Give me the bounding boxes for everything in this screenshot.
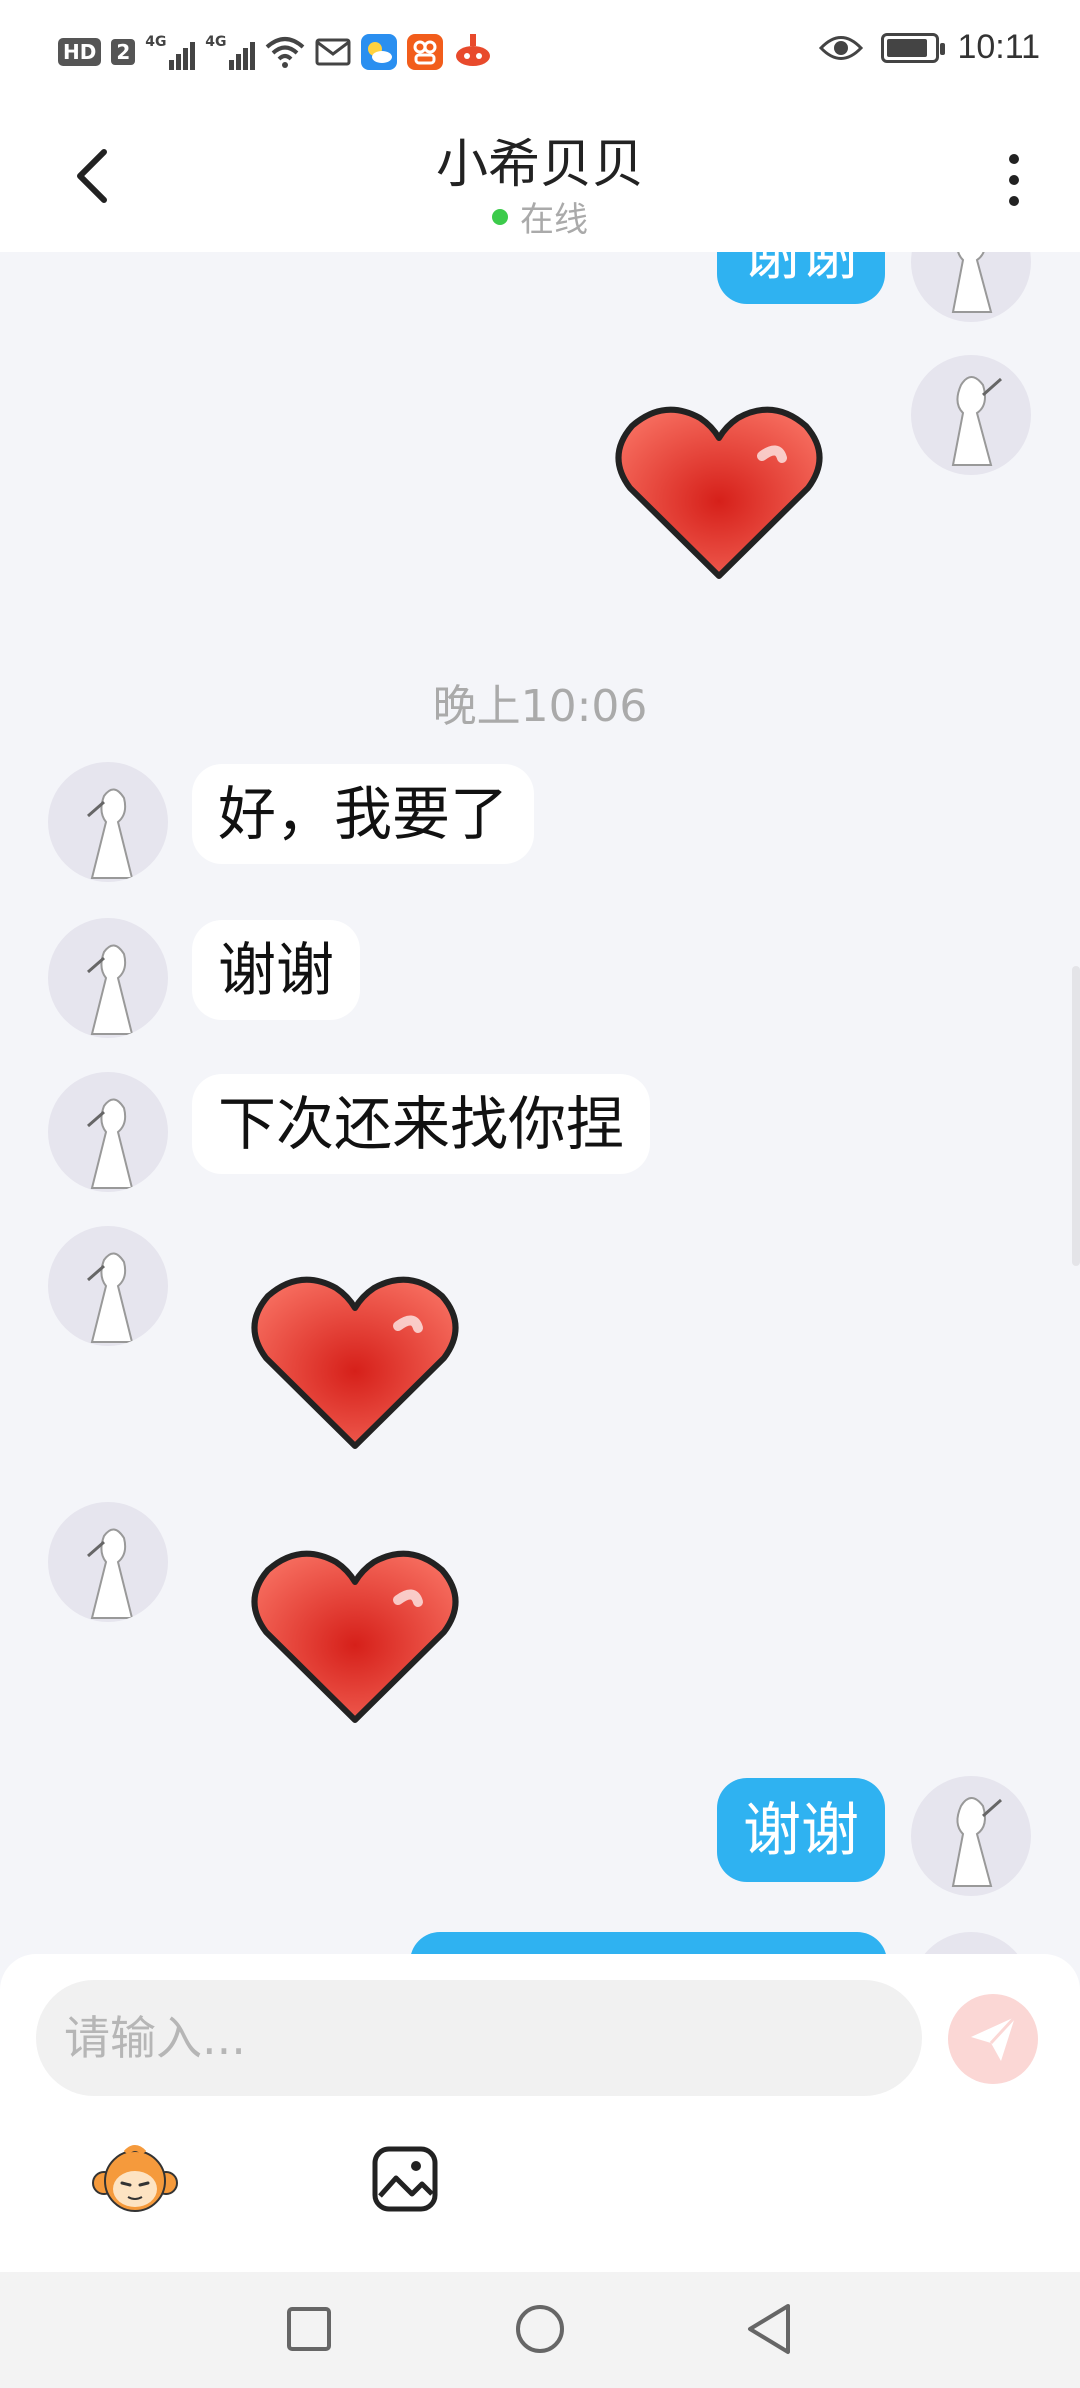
heart-sticker[interactable] [248, 1548, 462, 1728]
message-timestamp: 晚上10:06 [432, 681, 648, 732]
signal-icon-1: 4G [145, 34, 196, 70]
status-bar-right: 10:11 [819, 28, 1040, 67]
status-bar: HD 2 4G 4G 10:11 [0, 0, 1080, 100]
weather-app-icon [361, 34, 398, 70]
more-button[interactable] [984, 150, 1044, 210]
message-input[interactable] [36, 1980, 922, 2096]
more-vertical-icon [1009, 154, 1019, 164]
recent-apps-button[interactable] [274, 2294, 344, 2364]
eye-icon [819, 35, 864, 60]
heart-sticker[interactable] [248, 1274, 462, 1454]
rocket-app-icon [453, 32, 493, 72]
online-dot-icon [492, 208, 508, 225]
mail-icon [315, 38, 351, 66]
online-status-label: 在线 [520, 200, 588, 240]
clock: 10:11 [957, 28, 1040, 66]
recent-apps-icon [287, 2307, 331, 2351]
contact-avatar[interactable] [48, 1502, 168, 1622]
scrollbar[interactable] [1072, 966, 1080, 1266]
message-bubble-outgoing[interactable]: 谢谢 [717, 252, 886, 304]
online-status: 在线 [0, 192, 1080, 241]
image-button[interactable] [360, 2134, 450, 2224]
emoji-button[interactable] [90, 2134, 180, 2224]
system-nav-bar [0, 2272, 1080, 2388]
contact-avatar[interactable] [48, 918, 168, 1038]
heart-sticker[interactable] [612, 404, 826, 584]
message-bubble-incoming[interactable]: 下次还来找你捏 [192, 1074, 651, 1174]
contact-avatar[interactable] [48, 1226, 168, 1346]
contact-name: 小希贝贝 [435, 135, 644, 195]
composer [0, 1954, 1080, 2272]
battery-icon [881, 32, 946, 63]
home-button[interactable] [505, 2294, 575, 2364]
self-avatar[interactable] [911, 355, 1031, 475]
signal-icon-2: 4G [205, 34, 256, 70]
self-avatar[interactable] [911, 1776, 1031, 1896]
wifi-icon [265, 37, 305, 68]
send-button[interactable] [948, 1994, 1038, 2084]
home-icon [516, 2305, 564, 2353]
network-label-1: 4G [145, 34, 167, 50]
back-icon [748, 2304, 790, 2354]
image-icon [372, 2146, 438, 2212]
status-bar-left: HD 2 4G 4G [58, 32, 493, 72]
message-bubble-outgoing[interactable]: 谢谢 [717, 1778, 886, 1882]
send-icon [971, 2015, 1017, 2061]
message-bubble-incoming[interactable]: 谢谢 [192, 920, 361, 1020]
network-label-2: 4G [205, 34, 227, 50]
message-list[interactable]: 谢谢 晚上10:06 好，我要了 谢谢 下次还来找你捏 谢谢 [0, 252, 1080, 1957]
contact-avatar[interactable] [48, 1072, 168, 1192]
sim-badge: 2 [111, 39, 136, 65]
message-bubble-incoming[interactable]: 好，我要了 [192, 764, 535, 864]
back-nav-button[interactable] [734, 2294, 804, 2364]
hd-badge: HD [58, 38, 102, 66]
monkey-emoji-icon [92, 2145, 178, 2212]
chat-header: 小希贝贝 在线 [0, 100, 1080, 252]
game-app-icon [407, 34, 444, 70]
contact-avatar[interactable] [48, 762, 168, 882]
self-avatar[interactable] [911, 252, 1031, 322]
